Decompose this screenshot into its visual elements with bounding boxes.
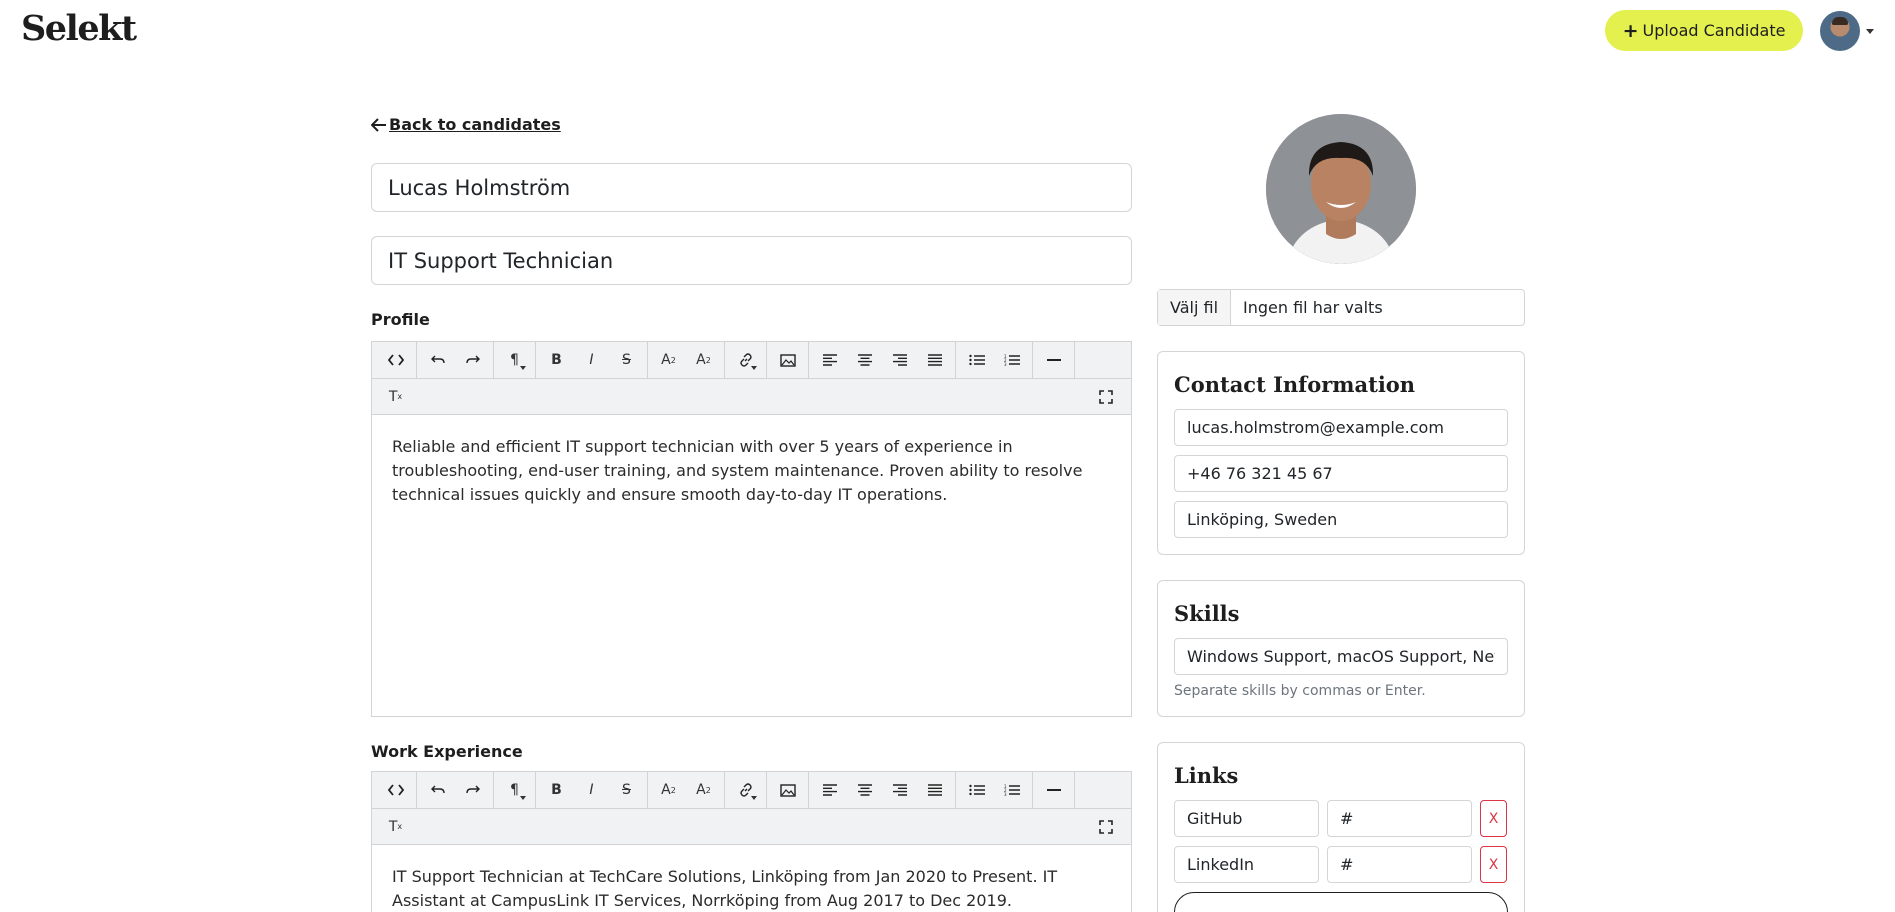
profile-editor: ¶ B I S A2 A2 123 Tx Reliable and effici… [371, 341, 1132, 717]
redo-icon[interactable] [455, 345, 490, 375]
horizontal-rule-icon[interactable] [1036, 775, 1071, 805]
code-view-icon[interactable] [378, 345, 413, 375]
link-url-input[interactable] [1327, 800, 1472, 837]
align-left-icon[interactable] [812, 345, 847, 375]
align-right-icon[interactable] [882, 345, 917, 375]
remove-link-button[interactable]: X [1480, 846, 1507, 883]
redo-icon[interactable] [455, 775, 490, 805]
upload-candidate-label: Upload Candidate [1642, 21, 1786, 40]
skills-title: Skills [1174, 601, 1240, 626]
subscript-icon[interactable]: A2 [686, 775, 721, 805]
align-center-icon[interactable] [847, 775, 882, 805]
candidate-name-input[interactable] [371, 163, 1132, 212]
strikethrough-icon[interactable]: S [609, 345, 644, 375]
logo[interactable]: Selekt [21, 8, 137, 49]
undo-icon[interactable] [420, 345, 455, 375]
location-field[interactable] [1174, 501, 1508, 538]
back-to-candidates-link[interactable]: Back to candidates [371, 115, 561, 134]
align-left-icon[interactable] [812, 775, 847, 805]
profile-editor-content[interactable]: Reliable and efficient IT support techni… [372, 415, 1131, 527]
fullscreen-icon[interactable] [1088, 382, 1123, 412]
user-menu[interactable] [1820, 11, 1874, 51]
contact-card: Contact Information [1157, 351, 1525, 555]
plus-icon: + [1622, 19, 1639, 42]
work-experience-label: Work Experience [371, 742, 523, 761]
link-url-input[interactable] [1327, 846, 1472, 883]
subscript-icon[interactable]: A2 [686, 345, 721, 375]
paragraph-format-icon[interactable]: ¶ [497, 345, 532, 375]
caret-down-icon [1866, 28, 1874, 34]
profile-label: Profile [371, 310, 430, 329]
code-view-icon[interactable] [378, 775, 413, 805]
italic-icon[interactable]: I [574, 345, 609, 375]
email-field[interactable] [1174, 409, 1508, 446]
bold-icon[interactable]: B [539, 775, 574, 805]
candidate-photo [1266, 114, 1416, 264]
link-icon[interactable] [728, 775, 763, 805]
skills-card: Skills Separate skills by commas or Ente… [1157, 580, 1525, 717]
back-link-label: Back to candidates [389, 115, 561, 134]
clear-format-icon[interactable]: Tx [378, 812, 413, 842]
image-icon[interactable] [770, 345, 805, 375]
paragraph-format-icon[interactable]: ¶ [497, 775, 532, 805]
italic-icon[interactable]: I [574, 775, 609, 805]
numbered-list-icon[interactable]: 123 [994, 345, 1029, 375]
work-experience-toolbar: ¶ B I S A2 A2 123 Tx [372, 772, 1131, 845]
align-justify-icon[interactable] [917, 775, 952, 805]
avatar [1820, 11, 1860, 51]
arrow-left-icon [371, 117, 386, 132]
add-link-button[interactable] [1174, 892, 1508, 912]
work-experience-editor-content[interactable]: IT Support Technician at TechCare Soluti… [372, 845, 1131, 912]
clear-format-icon[interactable]: Tx [378, 382, 413, 412]
horizontal-rule-icon[interactable] [1036, 345, 1071, 375]
profile-toolbar: ¶ B I S A2 A2 123 Tx [372, 342, 1131, 415]
bullet-list-icon[interactable] [959, 775, 994, 805]
svg-text:3: 3 [1004, 792, 1007, 796]
fullscreen-icon[interactable] [1088, 812, 1123, 842]
upload-candidate-button[interactable]: + Upload Candidate [1605, 10, 1803, 51]
strikethrough-icon[interactable]: S [609, 775, 644, 805]
align-center-icon[interactable] [847, 345, 882, 375]
link-name-input[interactable] [1174, 800, 1319, 837]
candidate-title-input[interactable] [371, 236, 1132, 285]
file-status: Ingen fil har valts [1243, 298, 1383, 317]
link-icon[interactable] [728, 345, 763, 375]
phone-field[interactable] [1174, 455, 1508, 492]
skills-input[interactable] [1174, 638, 1508, 675]
photo-file-input[interactable]: Välj fil Ingen fil har valts [1157, 289, 1525, 326]
link-row: X [1174, 846, 1508, 883]
bullet-list-icon[interactable] [959, 345, 994, 375]
contact-title: Contact Information [1174, 372, 1416, 397]
skills-help-text: Separate skills by commas or Enter. [1174, 683, 1426, 699]
align-right-icon[interactable] [882, 775, 917, 805]
superscript-icon[interactable]: A2 [651, 345, 686, 375]
links-card: Links X X [1157, 742, 1525, 912]
links-title: Links [1174, 763, 1239, 788]
svg-text:3: 3 [1004, 362, 1007, 366]
work-experience-editor: ¶ B I S A2 A2 123 Tx IT Support Technici… [371, 771, 1132, 912]
undo-icon[interactable] [420, 775, 455, 805]
choose-file-button[interactable]: Välj fil [1158, 290, 1232, 325]
superscript-icon[interactable]: A2 [651, 775, 686, 805]
image-icon[interactable] [770, 775, 805, 805]
remove-link-button[interactable]: X [1480, 800, 1507, 837]
link-row: X [1174, 800, 1508, 837]
align-justify-icon[interactable] [917, 345, 952, 375]
link-name-input[interactable] [1174, 846, 1319, 883]
numbered-list-icon[interactable]: 123 [994, 775, 1029, 805]
bold-icon[interactable]: B [539, 345, 574, 375]
